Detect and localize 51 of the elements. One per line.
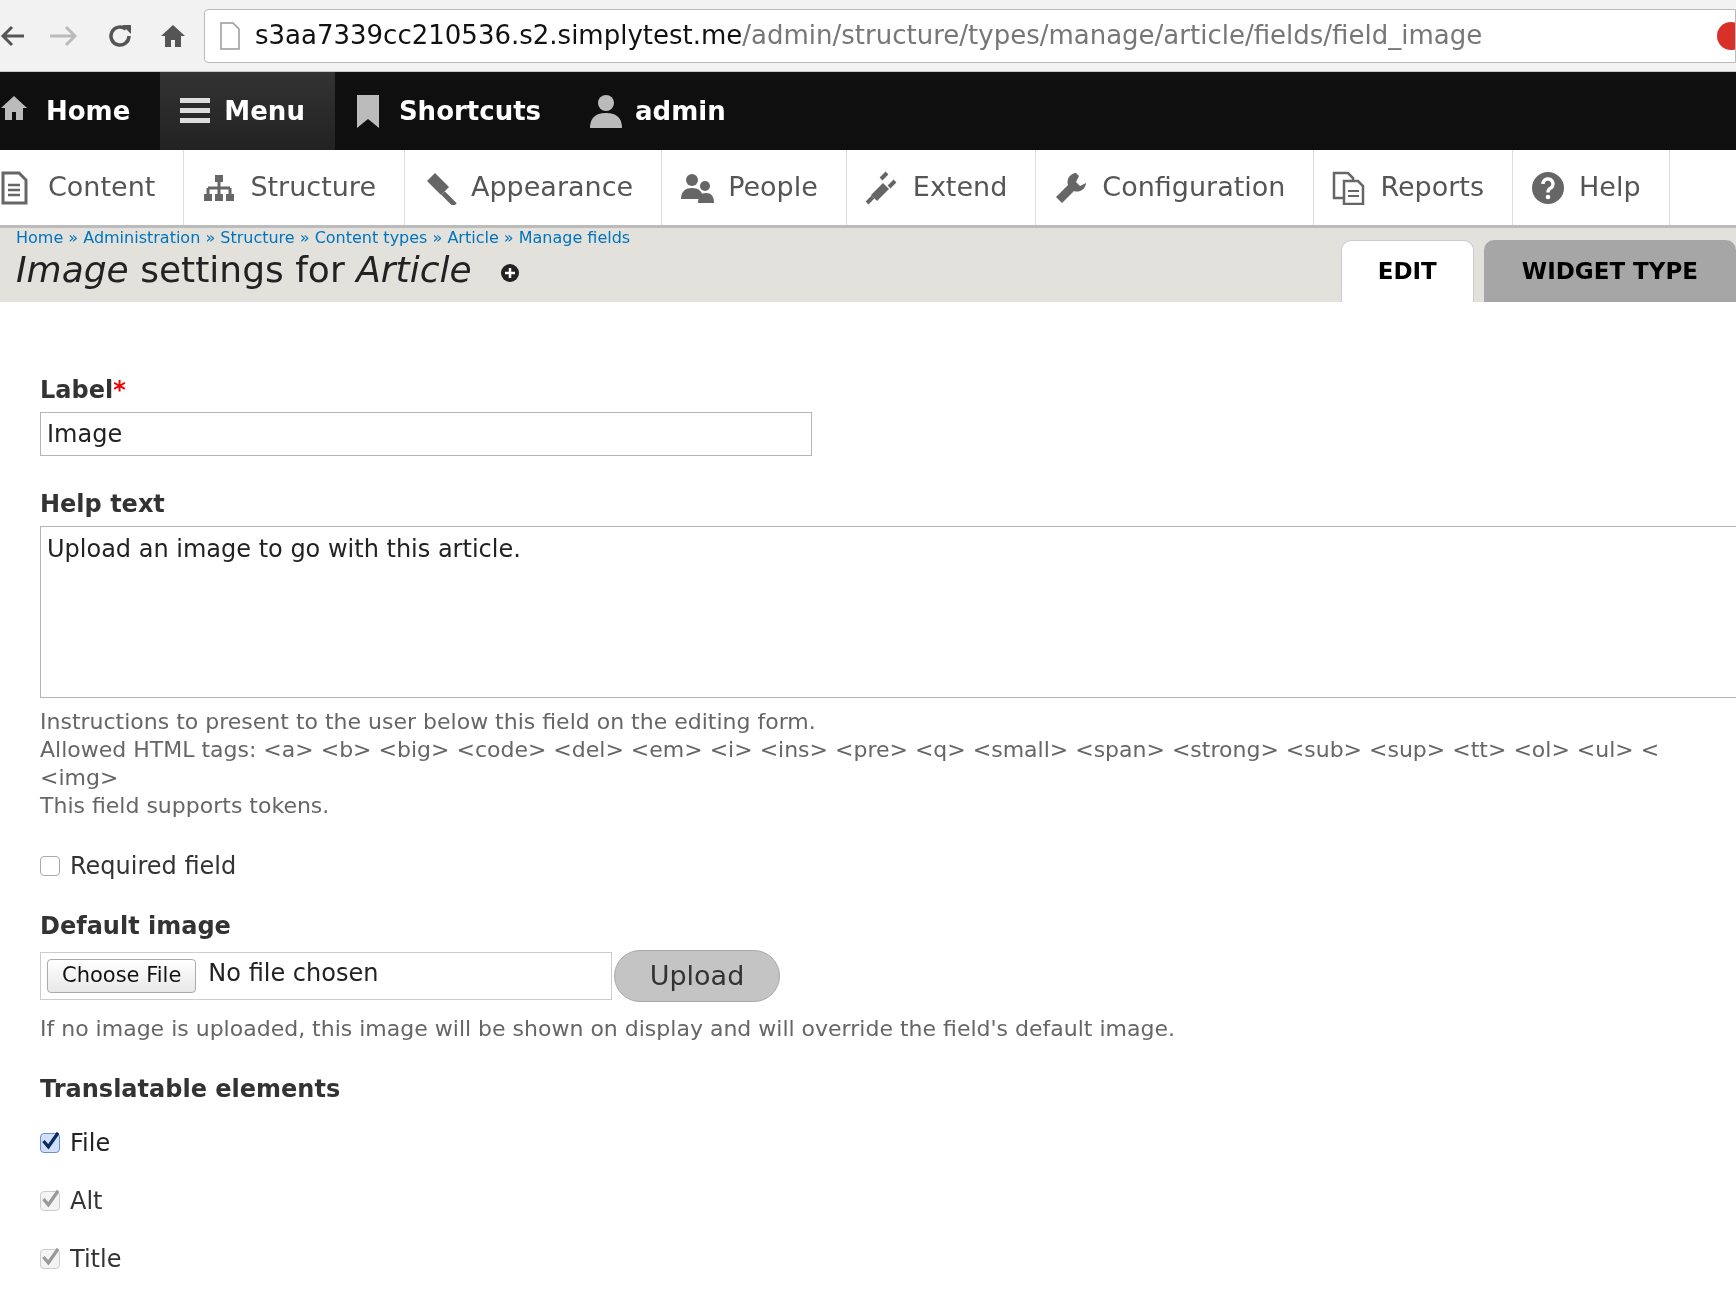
tab[interactable]: WIDGET TYPE — [1483, 240, 1736, 302]
reports-icon — [1332, 170, 1367, 205]
checkbox[interactable] — [40, 1133, 60, 1153]
help-icon — [1531, 170, 1565, 205]
field-label: Default image — [40, 911, 232, 942]
home-icon[interactable] — [160, 22, 186, 49]
admin-menu-item[interactable]: Appearance — [405, 150, 663, 225]
breadcrumb: Home » Administration » Structure » Content types » Article » Manage fields — [16, 229, 631, 247]
admin-menu-item[interactable]: Configuration — [1036, 150, 1315, 225]
admin-menu-item[interactable]: Content — [0, 150, 185, 225]
admin-menu-item[interactable]: People — [662, 150, 847, 225]
toolbar-tab[interactable]: Shortcuts — [334, 72, 572, 150]
page-title: Image settings for Article — [16, 248, 472, 292]
url-path: /admin/structure/types/manage/article/fields/field_image — [742, 20, 1483, 50]
admin-menu-item[interactable]: Extend — [846, 150, 1037, 225]
choose-file-button[interactable]: Choose File — [47, 959, 197, 993]
help-text-area[interactable]: Upload an image to go with this article. — [40, 526, 1736, 698]
page-icon — [219, 21, 241, 50]
field-description: Instructions to present to the user below this field on the editing form. — [40, 708, 817, 736]
address-bar[interactable]: s3aa7339cc210536.s2.simplytest.me/admin/structure/types/manage/article/fields/field_image — [204, 8, 1736, 63]
label-input[interactable]: Image — [40, 412, 812, 456]
admin-menu-item[interactable]: Structure — [184, 150, 405, 225]
field-description: <img> — [40, 764, 120, 792]
checkbox-label: Alt — [70, 1186, 103, 1217]
tab[interactable]: EDIT — [1340, 240, 1474, 302]
wrench-icon — [1054, 170, 1089, 205]
field-label: Help text — [40, 489, 166, 520]
toolbar-tab[interactable]: admin — [571, 72, 756, 150]
toolbar-tab[interactable]: Menu — [160, 72, 335, 150]
adblock-icon[interactable] — [1715, 20, 1735, 51]
url-host: s3aa7339cc210536.s2.simplytest.me — [255, 20, 743, 50]
checkbox-label: Title — [70, 1244, 122, 1275]
checkbox-label: Required field — [70, 851, 237, 882]
field-label: Label — [40, 375, 114, 406]
admin-menu-item[interactable]: Help — [1513, 150, 1670, 225]
back-icon[interactable] — [0, 23, 26, 48]
admin-menu-item[interactable]: Reports — [1314, 150, 1513, 225]
user-icon — [589, 94, 624, 128]
field-label: Translatable elements — [40, 1074, 342, 1105]
file-input[interactable]: Choose File No file chosen — [40, 952, 612, 1000]
checkbox-label: File — [70, 1128, 111, 1159]
field-description: If no image is uploaded, this image will be shown on display and will override the field's default image. — [40, 1015, 1176, 1043]
required-mark: * — [113, 375, 126, 406]
toolbar-tab[interactable]: Home — [0, 72, 161, 150]
upload-button[interactable]: Upload — [614, 950, 780, 1002]
plug-icon — [864, 170, 899, 205]
add-shortcut-icon[interactable] — [499, 263, 520, 283]
field-description: This field supports tokens. — [40, 792, 331, 820]
field-description: Allowed HTML tags: <a> <b> <big> <code> <del> <em> <i> <ins> <pre> <q> <small> <span> <strong> <sub> <sup> <tt> <ol> <ul> < — [40, 736, 1661, 764]
file-status: No file chosen — [208, 958, 379, 989]
checkbox[interactable] — [40, 856, 60, 876]
